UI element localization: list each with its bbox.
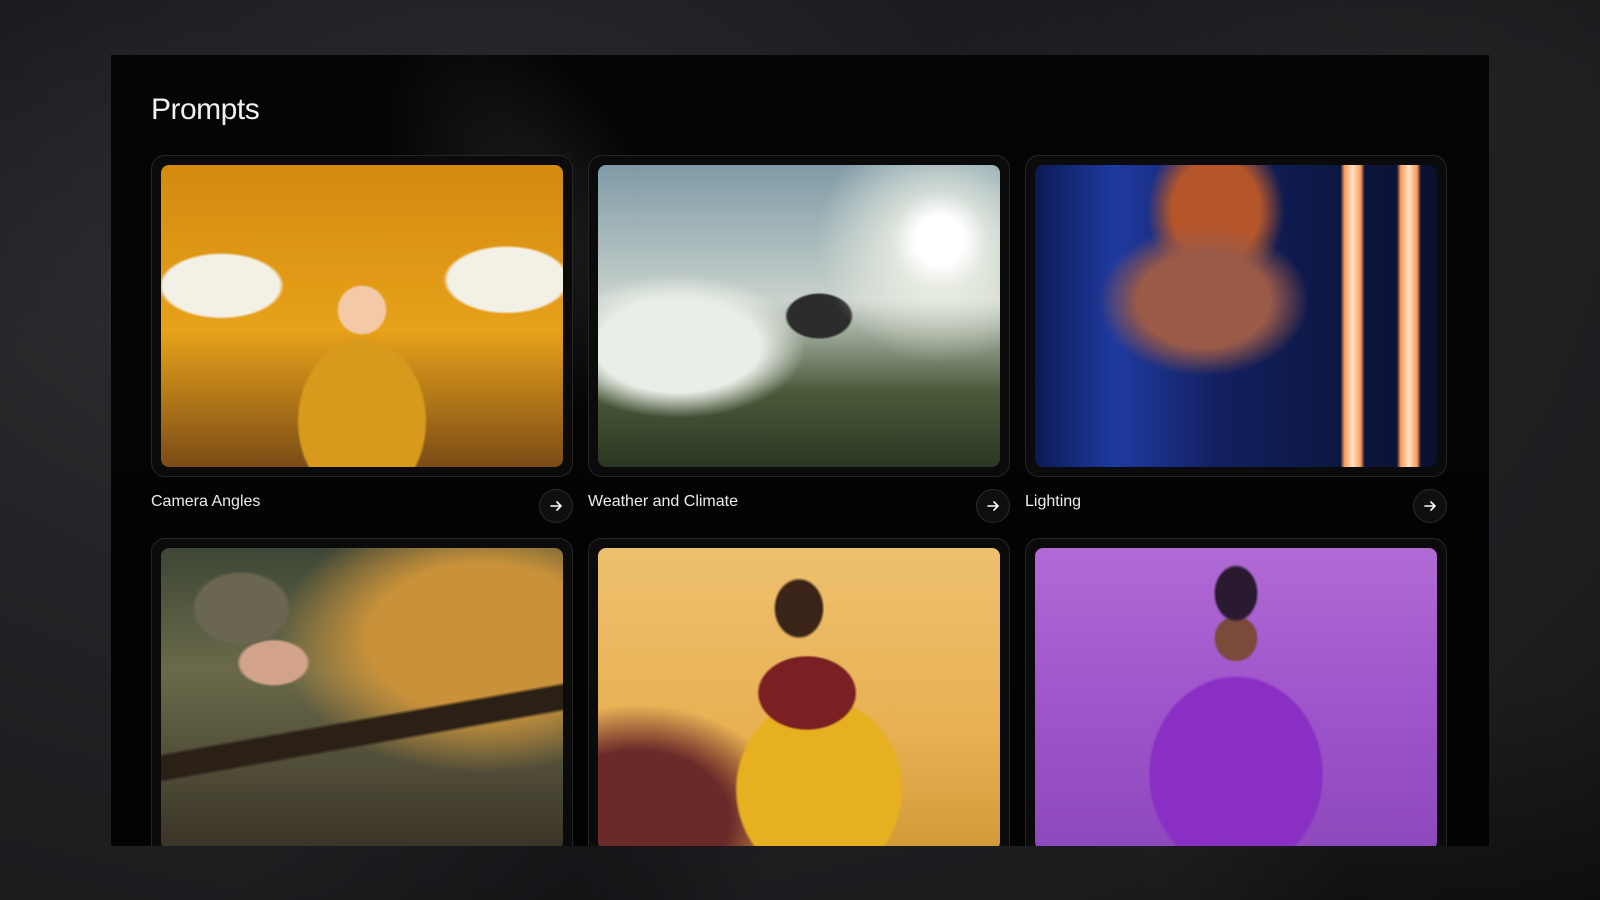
purple-outfit-image [1035, 548, 1437, 846]
arrow-right-icon [550, 501, 562, 511]
runner-mountain-image [598, 165, 1000, 467]
card-image-frame [588, 538, 1010, 846]
neon-portrait-image [1035, 165, 1437, 467]
card-arrow-button[interactable] [976, 489, 1010, 523]
card-arrow-button[interactable] [1413, 489, 1447, 523]
prompts-panel: Prompts Camera Angles Weather and Climat… [111, 55, 1489, 846]
card-image-frame [588, 155, 1010, 477]
yellow-outfit-image [598, 548, 1000, 846]
prompt-card-yellow-outfit[interactable] [588, 538, 1010, 846]
prompt-card-weather-and-climate[interactable]: Weather and Climate [588, 155, 1010, 523]
card-label: Lighting [1025, 493, 1082, 510]
prompt-card-lighting[interactable]: Lighting [1025, 155, 1447, 523]
card-arrow-button[interactable] [539, 489, 573, 523]
card-image-frame [151, 155, 573, 477]
arrow-right-icon [1424, 501, 1436, 511]
card-image-frame [1025, 155, 1447, 477]
prompt-card-purple-outfit[interactable] [1025, 538, 1447, 846]
card-label: Camera Angles [151, 493, 261, 510]
card-image-frame [1025, 538, 1447, 846]
arrow-right-icon [987, 501, 999, 511]
card-label: Weather and Climate [588, 493, 738, 510]
card-image-frame [151, 538, 573, 846]
prompt-card-camera-angles[interactable]: Camera Angles [151, 155, 573, 523]
soldier-rifle-image [161, 548, 563, 846]
fisheye-portrait-image [161, 165, 563, 467]
page-title: Prompts [151, 93, 260, 126]
prompt-card-soldier[interactable] [151, 538, 573, 846]
